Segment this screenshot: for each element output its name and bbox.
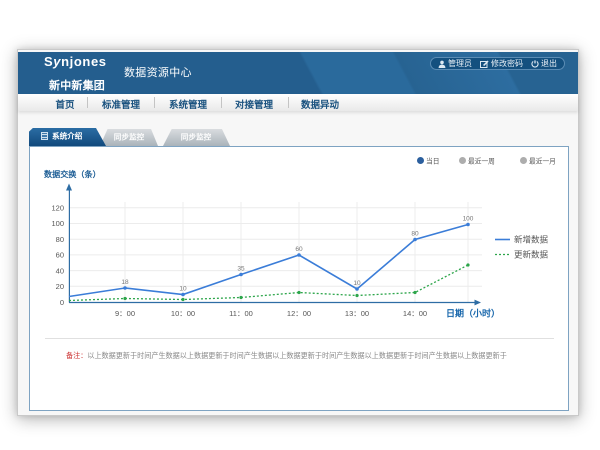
svg-text:新增数据: 新增数据 bbox=[514, 235, 549, 245]
svg-text:80: 80 bbox=[56, 235, 64, 244]
svg-text:11：00: 11：00 bbox=[229, 309, 253, 318]
svg-text:60: 60 bbox=[295, 246, 303, 253]
svg-text:20: 20 bbox=[56, 282, 64, 291]
svg-text:更新数据: 更新数据 bbox=[514, 250, 549, 260]
svg-text:日期（小时）: 日期（小时） bbox=[446, 308, 500, 319]
svg-text:10：00: 10：00 bbox=[171, 309, 195, 318]
svg-text:10: 10 bbox=[353, 280, 361, 287]
svg-text:120: 120 bbox=[51, 204, 64, 213]
svg-text:40: 40 bbox=[56, 266, 64, 275]
svg-text:10: 10 bbox=[179, 286, 187, 293]
svg-text:12：00: 12：00 bbox=[287, 309, 311, 318]
svg-text:0: 0 bbox=[60, 298, 64, 307]
svg-text:14：00: 14：00 bbox=[403, 309, 427, 318]
svg-text:100: 100 bbox=[51, 219, 64, 228]
svg-text:80: 80 bbox=[411, 231, 419, 238]
svg-text:100: 100 bbox=[463, 216, 474, 223]
svg-text:35: 35 bbox=[237, 266, 245, 273]
svg-text:9：00: 9：00 bbox=[115, 309, 135, 318]
svg-text:18: 18 bbox=[121, 279, 129, 286]
svg-text:13：00: 13：00 bbox=[345, 309, 369, 318]
svg-text:60: 60 bbox=[56, 251, 64, 260]
